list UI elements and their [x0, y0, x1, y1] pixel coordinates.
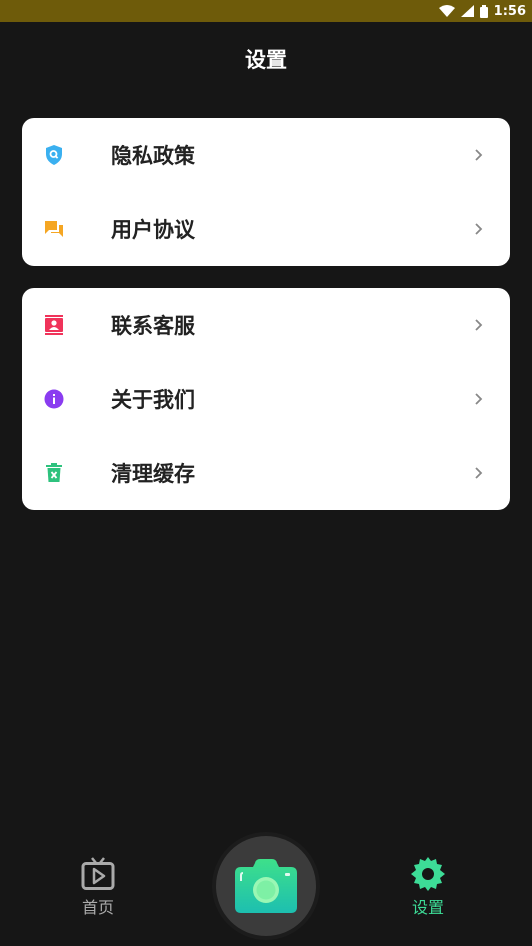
nav-home[interactable]: 首页	[80, 856, 116, 918]
gear-icon	[411, 857, 445, 891]
nav-settings[interactable]: 设置	[410, 856, 446, 918]
contact-support-label: 联系客服	[111, 314, 195, 338]
trash-icon	[44, 463, 64, 483]
contact-support-row[interactable]: 联系客服	[22, 288, 510, 362]
signal-icon	[460, 5, 474, 17]
chevron-right-icon	[475, 467, 483, 479]
about-us-label: 关于我们	[111, 388, 195, 412]
status-bar: 1:56	[0, 0, 532, 22]
page-title: 设置	[245, 48, 287, 72]
battery-icon	[479, 4, 488, 18]
status-time: 1:56	[493, 3, 526, 19]
privacy-policy-label: 隐私政策	[111, 144, 195, 168]
info-icon	[44, 389, 64, 409]
clear-cache-label: 清理缓存	[111, 462, 195, 486]
user-agreement-row[interactable]: 用户协议	[22, 192, 510, 266]
nav-home-label: 首页	[81, 898, 114, 917]
nav-settings-label: 设置	[411, 898, 444, 917]
settings-card-secondary: 联系客服 关于我们 清理缓存	[22, 288, 510, 510]
chevron-right-icon	[475, 149, 483, 161]
tv-play-icon	[81, 857, 115, 890]
clear-cache-row[interactable]: 清理缓存	[22, 436, 510, 510]
chevron-right-icon	[475, 319, 483, 331]
chat-bubbles-icon	[44, 219, 64, 239]
settings-card-primary: 隐私政策 用户协议	[22, 118, 510, 266]
camera-icon	[235, 859, 297, 913]
user-agreement-label: 用户协议	[111, 218, 195, 242]
camera-button-ring	[212, 832, 320, 940]
chevron-right-icon	[475, 393, 483, 405]
wifi-icon	[438, 5, 455, 17]
camera-button[interactable]	[216, 836, 316, 936]
about-us-row[interactable]: 关于我们	[22, 362, 510, 436]
contact-card-icon	[44, 315, 64, 335]
privacy-policy-row[interactable]: 隐私政策	[22, 118, 510, 192]
chevron-right-icon	[475, 223, 483, 235]
privacy-shield-icon	[44, 145, 64, 165]
